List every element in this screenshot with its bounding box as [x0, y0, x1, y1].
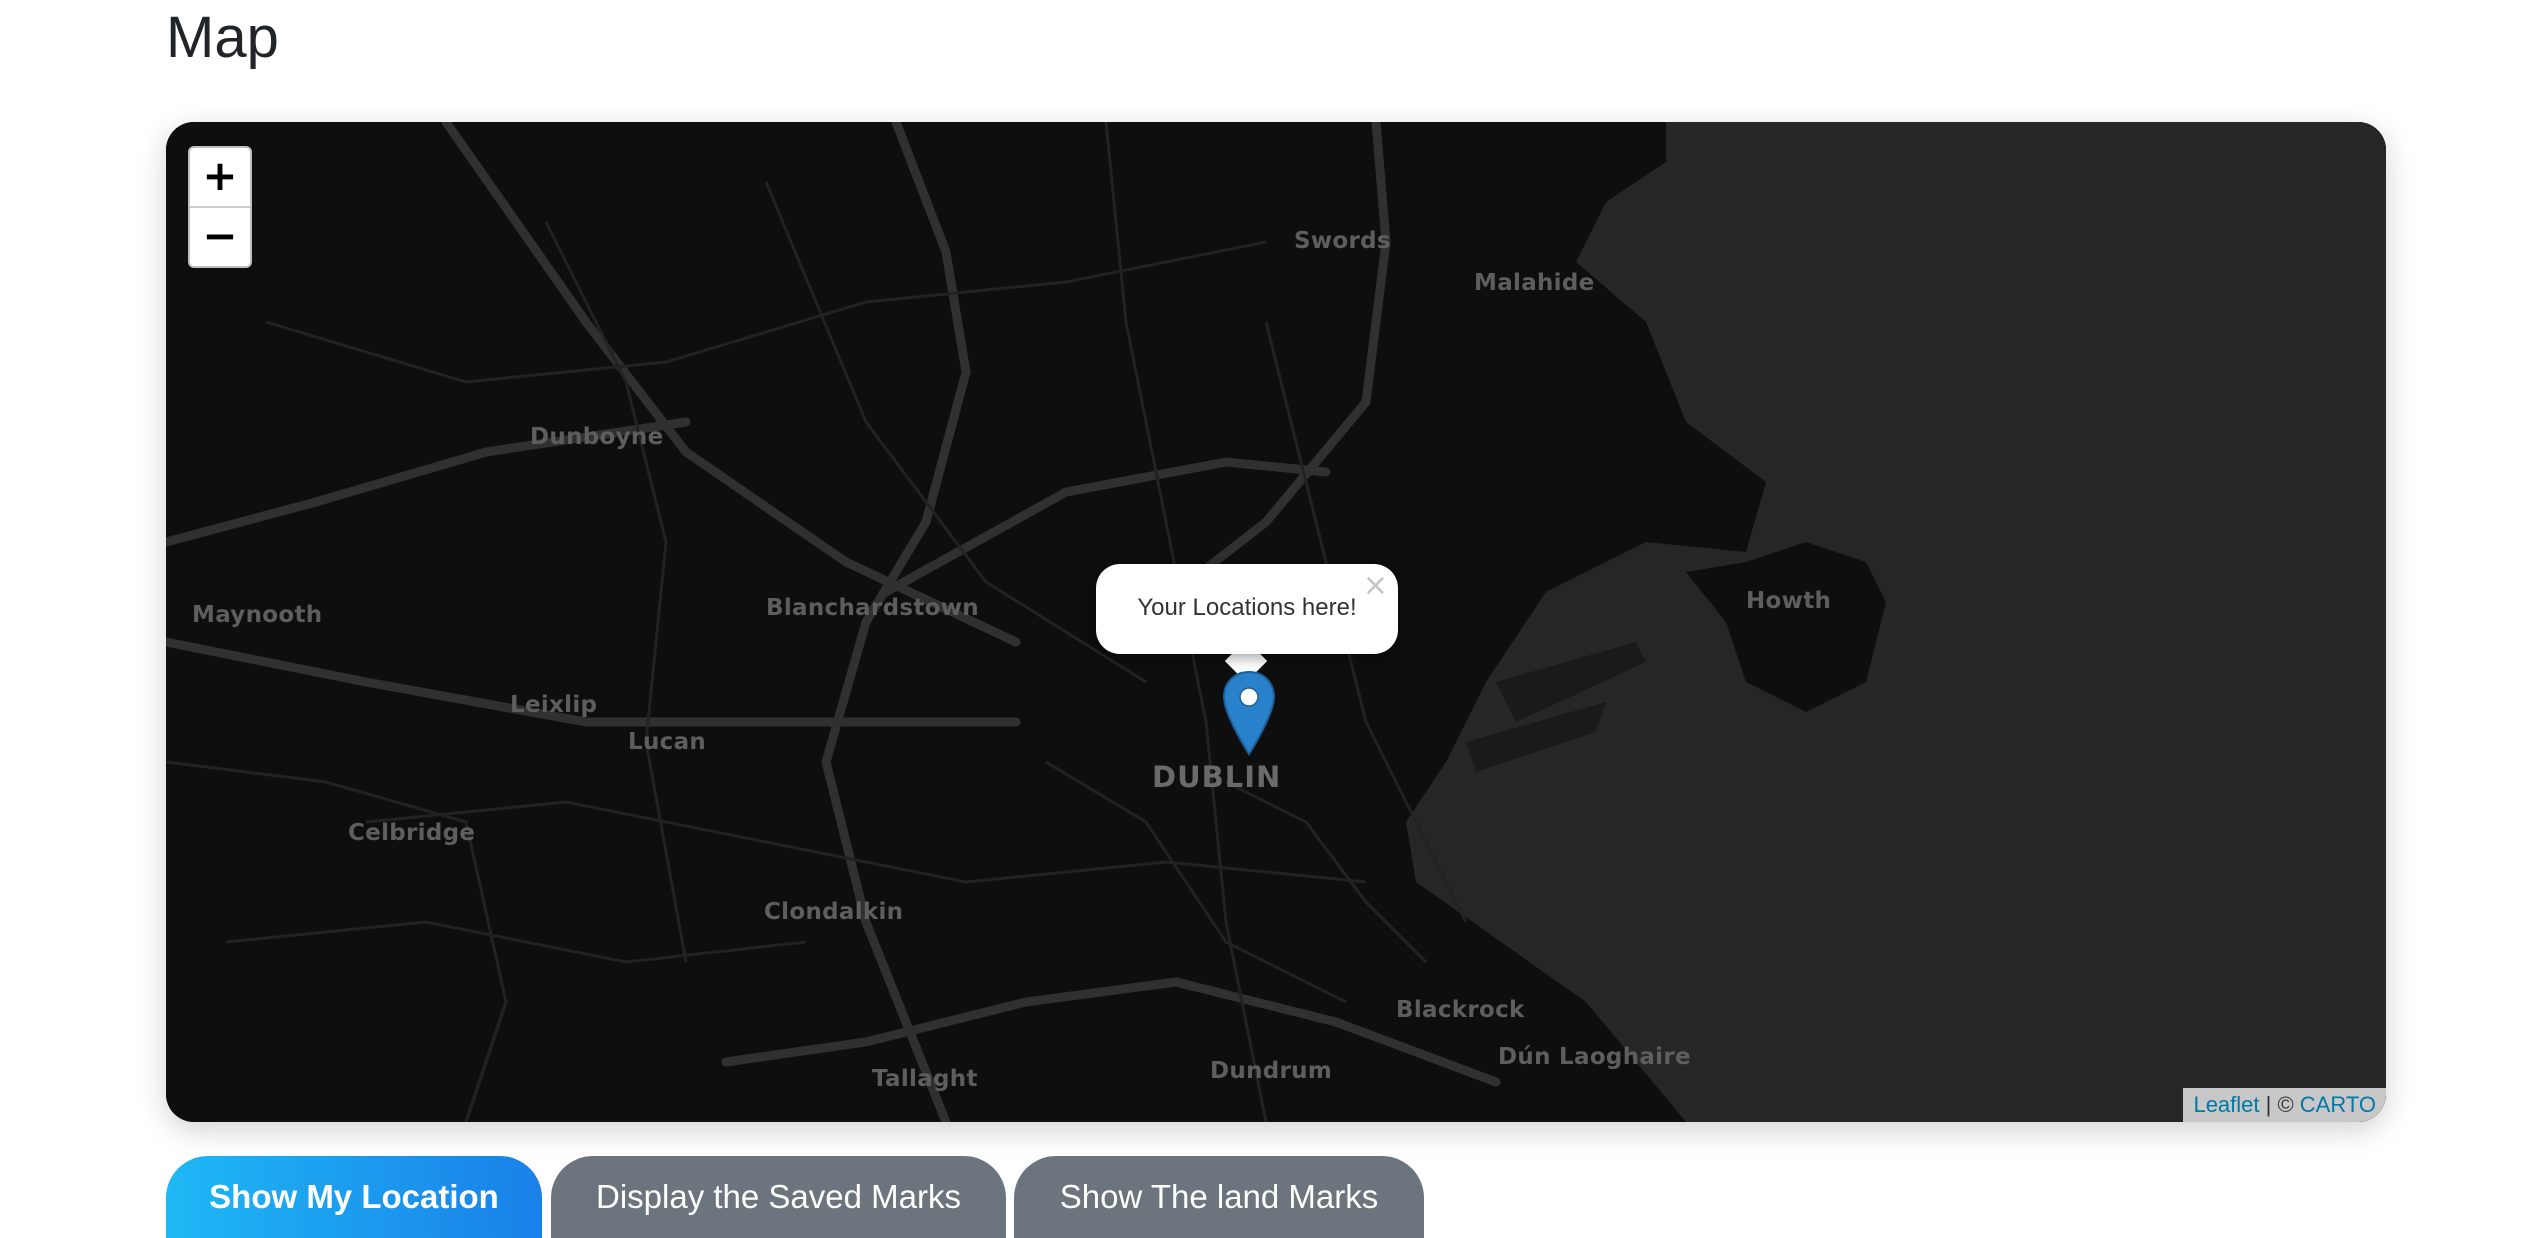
place-label-leixlip: Leixlip — [510, 692, 598, 718]
location-marker-icon[interactable] — [1221, 670, 1277, 756]
popup-text: Your Locations here! — [1137, 594, 1357, 621]
place-label-tallaght: Tallaght — [872, 1066, 978, 1092]
map-attribution: Leaflet | © CARTO — [2183, 1088, 2386, 1122]
place-label-malahide: Malahide — [1474, 270, 1595, 296]
carto-link[interactable]: CARTO — [2300, 1092, 2376, 1117]
location-popup: × Your Locations here! — [1096, 564, 1398, 654]
leaflet-link[interactable]: Leaflet — [2193, 1092, 2259, 1117]
zoom-control: + − — [188, 146, 252, 268]
show-my-location-button[interactable]: Show My Location — [166, 1156, 542, 1238]
place-label-dun-laoghaire: Dún Laoghaire — [1498, 1044, 1691, 1070]
map-container[interactable]: + − Swords Malahide Dunboyne Maynooth Bl… — [166, 122, 2386, 1122]
attribution-separator: | © — [2259, 1092, 2300, 1117]
zoom-out-button[interactable]: − — [190, 206, 250, 266]
show-land-marks-button[interactable]: Show The land Marks — [1014, 1156, 1424, 1238]
place-label-dublin: DUBLIN — [1152, 760, 1282, 794]
display-saved-marks-button[interactable]: Display the Saved Marks — [551, 1156, 1006, 1238]
place-label-celbridge: Celbridge — [348, 820, 476, 846]
place-label-maynooth: Maynooth — [192, 602, 323, 628]
place-label-dunboyne: Dunboyne — [530, 424, 664, 450]
place-label-blackrock: Blackrock — [1396, 997, 1525, 1023]
place-label-blanchardstown: Blanchardstown — [766, 595, 979, 621]
place-label-swords: Swords — [1294, 228, 1391, 254]
page-title: Map — [166, 5, 279, 70]
place-label-howth: Howth — [1746, 588, 1832, 614]
zoom-in-button[interactable]: + — [190, 148, 250, 206]
place-label-clondalkin: Clondalkin — [764, 899, 904, 925]
place-label-lucan: Lucan — [628, 729, 707, 755]
place-label-dundrum: Dundrum — [1210, 1058, 1333, 1084]
